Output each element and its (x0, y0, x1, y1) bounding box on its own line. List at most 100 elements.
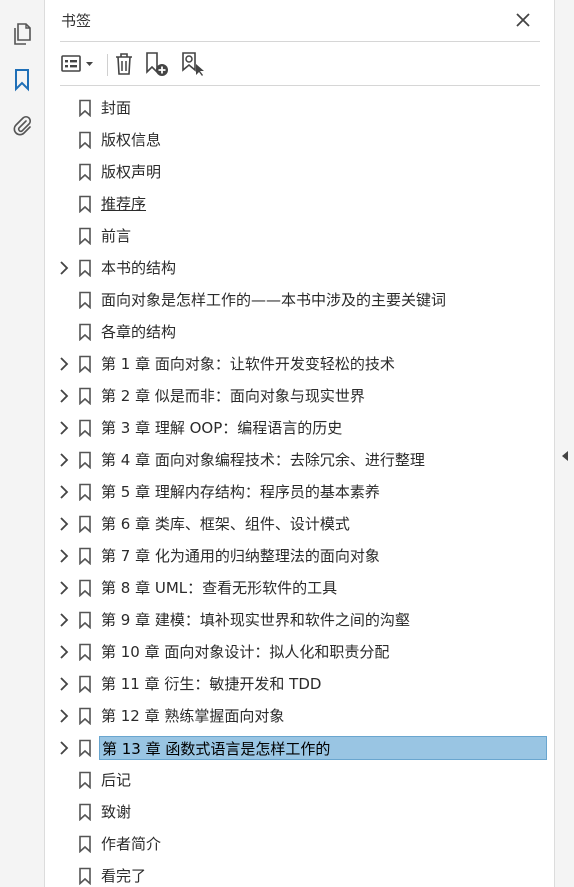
bookmark-icon (79, 291, 91, 309)
bookmark-icon (79, 99, 91, 117)
bookmark-icon (79, 419, 91, 437)
bookmark-item[interactable]: 第 7 章 化为通用的归纳整理法的面向对象 (46, 540, 554, 572)
bookmark-label: 各章的结构 (101, 323, 177, 341)
bookmark-item[interactable]: 作者简介 (46, 828, 554, 860)
bookmark-icon (79, 515, 91, 533)
bookmark-item[interactable]: 第 2 章 似是而非：面向对象与现实世界 (46, 380, 554, 412)
bookmark-item[interactable]: 致谢 (46, 796, 554, 828)
bookmark-label: 第 7 章 化为通用的归纳整理法的面向对象 (101, 547, 380, 565)
bookmarks-panel: 书签 封面 版权信息 版权声明 推荐序 前言 本书的结构 面向对象是怎样工作的—… (46, 0, 554, 887)
bookmark-item[interactable]: 第 3 章 理解 OOP：编程语言的历史 (46, 412, 554, 444)
bookmark-label: 后记 (101, 771, 132, 789)
bookmark-label: 第 9 章 建模：填补现实世界和软件之间的沟壑 (101, 611, 410, 629)
bookmark-item[interactable]: 第 5 章 理解内存结构：程序员的基本素养 (46, 476, 554, 508)
bookmark-item[interactable]: 第 1 章 面向对象：让软件开发变轻松的技术 (46, 348, 554, 380)
bookmark-item[interactable]: 第 13 章 函数式语言是怎样工作的 (46, 732, 554, 764)
bookmark-icon (79, 355, 91, 373)
bookmark-icon (79, 387, 91, 405)
header-divider (60, 41, 540, 42)
bookmark-icon (79, 835, 91, 853)
bookmark-item[interactable]: 本书的结构 (46, 252, 554, 284)
bookmark-item[interactable]: 看完了 (46, 860, 554, 887)
attachment-icon[interactable] (8, 112, 36, 140)
bookmark-label: 推荐序 (101, 195, 147, 213)
bookmark-icon (79, 323, 91, 341)
bookmark-icon (79, 739, 91, 757)
bookmark-item[interactable]: 前言 (46, 220, 554, 252)
bookmark-icon (79, 803, 91, 821)
bookmark-label: 第 2 章 似是而非：面向对象与现实世界 (101, 387, 365, 405)
chevron-right-icon[interactable] (56, 260, 72, 276)
collapse-panel-icon[interactable] (559, 448, 571, 464)
bookmarks-toolbar (46, 46, 554, 84)
bookmark-item[interactable]: 第 12 章 熟练掌握面向对象 (46, 700, 554, 732)
chevron-right-icon[interactable] (56, 388, 72, 404)
bookmark-item[interactable]: 面向对象是怎样工作的——本书中涉及的主要关键词 (46, 284, 554, 316)
chevron-right-icon[interactable] (56, 580, 72, 596)
bookmark-label: 第 13 章 函数式语言是怎样工作的 (99, 736, 547, 760)
chevron-right-icon[interactable] (56, 740, 72, 756)
bookmark-item[interactable]: 推荐序 (46, 188, 554, 220)
bookmark-label: 版权声明 (101, 163, 162, 181)
bookmark-item[interactable]: 第 11 章 衍生：敏捷开发和 TDD (46, 668, 554, 700)
chevron-right-icon[interactable] (56, 708, 72, 724)
bookmark-icon (79, 483, 91, 501)
bookmark-icon (79, 579, 91, 597)
bookmark-item[interactable]: 第 6 章 类库、框架、组件、设计模式 (46, 508, 554, 540)
bookmark-icon (79, 195, 91, 213)
toolbar-divider (60, 85, 540, 86)
bookmark-item[interactable]: 后记 (46, 764, 554, 796)
bookmark-icon (79, 131, 91, 149)
bookmark-item[interactable]: 版权信息 (46, 124, 554, 156)
bookmark-icon (79, 163, 91, 181)
bookmark-label: 第 1 章 面向对象：让软件开发变轻松的技术 (101, 355, 395, 373)
bookmark-label: 看完了 (101, 867, 147, 885)
bookmark-label: 第 3 章 理解 OOP：编程语言的历史 (101, 419, 343, 437)
bookmark-icon (79, 771, 91, 789)
bookmark-icon (79, 259, 91, 277)
chevron-right-icon[interactable] (56, 516, 72, 532)
toolbar-separator (107, 54, 108, 76)
chevron-right-icon[interactable] (56, 420, 72, 436)
bookmark-label: 本书的结构 (101, 259, 177, 277)
chevron-right-icon[interactable] (56, 484, 72, 500)
options-menu-button[interactable] (60, 50, 98, 78)
bookmark-label: 第 11 章 衍生：敏捷开发和 TDD (101, 675, 322, 693)
bookmark-icon (79, 547, 91, 565)
bookmark-item[interactable]: 第 10 章 面向对象设计：拟人化和职责分配 (46, 636, 554, 668)
bookmark-label: 第 8 章 UML：查看无形软件的工具 (101, 579, 338, 597)
bookmark-label: 第 5 章 理解内存结构：程序员的基本素养 (101, 483, 380, 501)
bookmark-label: 版权信息 (101, 131, 162, 149)
chevron-right-icon[interactable] (56, 644, 72, 660)
bookmark-label: 封面 (101, 99, 132, 117)
chevron-right-icon[interactable] (56, 356, 72, 372)
add-bookmark-icon[interactable] (144, 50, 170, 78)
delete-trash-icon[interactable] (112, 50, 136, 78)
find-bookmark-icon[interactable] (180, 50, 206, 78)
bookmark-item[interactable]: 封面 (46, 92, 554, 124)
bookmark-icon[interactable] (8, 66, 36, 94)
panel-splitter[interactable] (554, 0, 574, 887)
chevron-right-icon[interactable] (56, 548, 72, 564)
bookmark-item[interactable]: 各章的结构 (46, 316, 554, 348)
bookmark-label: 第 4 章 面向对象编程技术：去除冗余、进行整理 (101, 451, 425, 469)
bookmark-item[interactable]: 第 4 章 面向对象编程技术：去除冗余、进行整理 (46, 444, 554, 476)
bookmark-label: 第 12 章 熟练掌握面向对象 (101, 707, 285, 725)
bookmark-label: 面向对象是怎样工作的——本书中涉及的主要关键词 (101, 291, 447, 309)
bookmark-icon (79, 227, 91, 245)
bookmark-icon (79, 867, 91, 885)
chevron-right-icon[interactable] (56, 612, 72, 628)
bookmark-label: 作者简介 (101, 835, 162, 853)
chevron-right-icon[interactable] (56, 676, 72, 692)
panel-title: 书签 (61, 12, 92, 30)
bookmark-item[interactable]: 版权声明 (46, 156, 554, 188)
bookmark-label: 第 6 章 类库、框架、组件、设计模式 (101, 515, 350, 533)
navigation-rail (0, 0, 45, 887)
chevron-right-icon[interactable] (56, 452, 72, 468)
bookmark-item[interactable]: 第 8 章 UML：查看无形软件的工具 (46, 572, 554, 604)
close-icon[interactable] (512, 9, 534, 31)
pages-icon[interactable] (8, 20, 36, 48)
bookmark-tree: 封面版权信息版权声明推荐序前言本书的结构面向对象是怎样工作的——本书中涉及的主要… (46, 92, 554, 887)
bookmark-label: 致谢 (101, 803, 132, 821)
bookmark-item[interactable]: 第 9 章 建模：填补现实世界和软件之间的沟壑 (46, 604, 554, 636)
